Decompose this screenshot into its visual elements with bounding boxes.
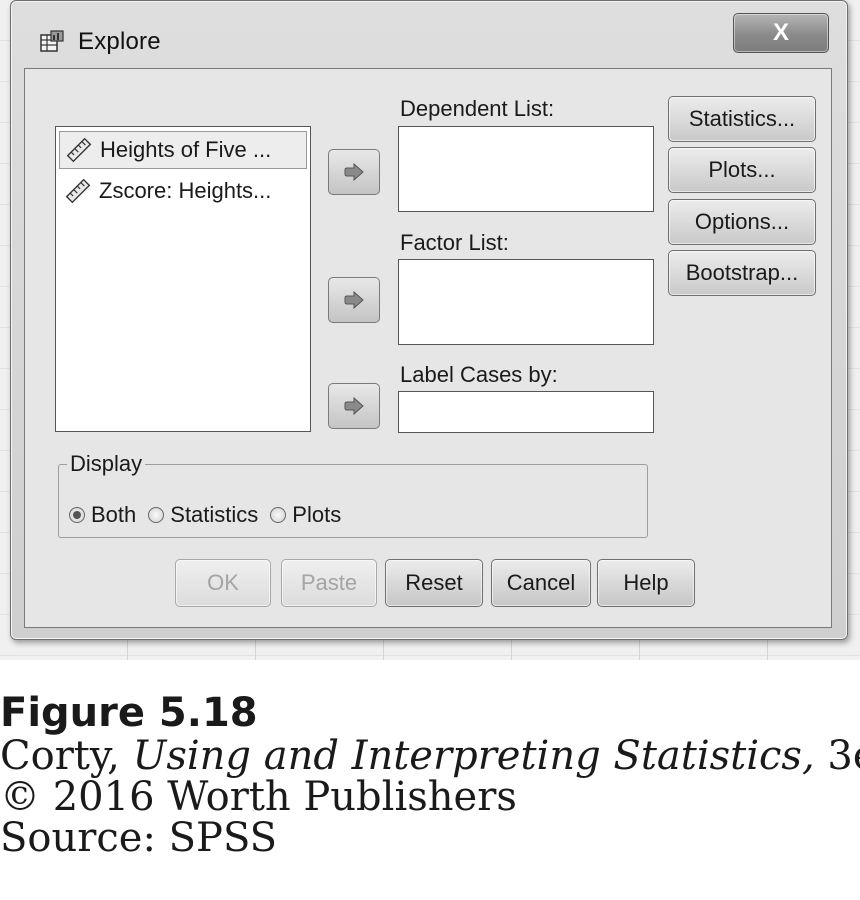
statistics-button[interactable]: Statistics... xyxy=(668,96,816,142)
move-to-dependent-button[interactable] xyxy=(328,149,380,195)
right-arrow-icon xyxy=(344,290,364,310)
label-cases-field[interactable] xyxy=(398,391,654,433)
radio-button-icon xyxy=(270,507,287,523)
variable-label: Zscore: Heights... xyxy=(99,178,272,203)
ruler-scale-icon xyxy=(66,137,92,163)
radio-button-icon xyxy=(69,507,85,523)
close-button[interactable]: X xyxy=(733,13,829,53)
citation-author: Corty, xyxy=(0,733,133,779)
bootstrap-button[interactable]: Bootstrap... xyxy=(668,250,816,296)
display-options: Both Statistics Plots xyxy=(69,502,353,528)
caption-copyright: © 2016 Worth Publishers xyxy=(0,774,517,820)
dialog-body: Heights of Five ... Zscore: Heights... D… xyxy=(24,68,832,628)
ok-button[interactable]: OK xyxy=(175,559,271,607)
right-arrow-icon xyxy=(344,396,364,416)
reset-button[interactable]: Reset xyxy=(385,559,483,607)
explore-dialog-icon xyxy=(40,30,64,52)
figure-caption: Figure 5.18 Corty, Using and Interpretin… xyxy=(0,690,860,859)
citation-edition: 3e, xyxy=(827,733,860,779)
list-item-heights[interactable]: Heights of Five ... xyxy=(59,131,307,169)
variable-list[interactable]: Heights of Five ... Zscore: Heights... xyxy=(55,126,311,432)
display-group-label: Display xyxy=(67,451,146,477)
move-to-label-cases-button[interactable] xyxy=(328,383,380,429)
figure-number: Figure 5.18 xyxy=(0,690,258,736)
paste-button[interactable]: Paste xyxy=(281,559,377,607)
options-button[interactable]: Options... xyxy=(668,199,816,245)
dependent-list-box[interactable] xyxy=(398,126,654,212)
dependent-list-label: Dependent List: xyxy=(400,96,555,121)
caption-source: Source: SPSS xyxy=(0,815,278,861)
plots-button[interactable]: Plots... xyxy=(668,147,816,193)
help-button[interactable]: Help xyxy=(597,559,695,607)
display-group: Display Both Statistics Plots xyxy=(58,451,648,538)
radio-label: Statistics xyxy=(170,502,259,527)
factor-list-label: Factor List: xyxy=(400,230,509,255)
radio-both[interactable]: Both xyxy=(69,502,136,528)
caption-citation: Corty, Using and Interpreting Statistics… xyxy=(0,736,860,777)
radio-label: Plots xyxy=(292,502,342,527)
explore-dialog: Explore X Heights of Five ... Zscore: He… xyxy=(10,0,848,640)
right-arrow-icon xyxy=(344,162,364,182)
list-item-zscore[interactable]: Zscore: Heights... xyxy=(59,173,307,209)
cancel-button[interactable]: Cancel xyxy=(491,559,591,607)
title-bar[interactable]: Explore X xyxy=(11,1,847,67)
variable-label: Heights of Five ... xyxy=(100,137,272,162)
radio-label: Both xyxy=(91,502,137,527)
radio-statistics[interactable]: Statistics xyxy=(148,502,258,528)
window-title: Explore xyxy=(78,28,161,55)
label-cases-label: Label Cases by: xyxy=(400,362,558,387)
radio-button-icon xyxy=(148,507,165,523)
radio-plots[interactable]: Plots xyxy=(270,502,341,528)
citation-book-title: Using and Interpreting Statistics, xyxy=(132,733,815,779)
screenshot-background: Explore X Heights of Five ... Zscore: He… xyxy=(0,0,860,660)
move-to-factor-button[interactable] xyxy=(328,277,380,323)
factor-list-box[interactable] xyxy=(398,259,654,345)
ruler-scale-icon xyxy=(65,178,91,204)
